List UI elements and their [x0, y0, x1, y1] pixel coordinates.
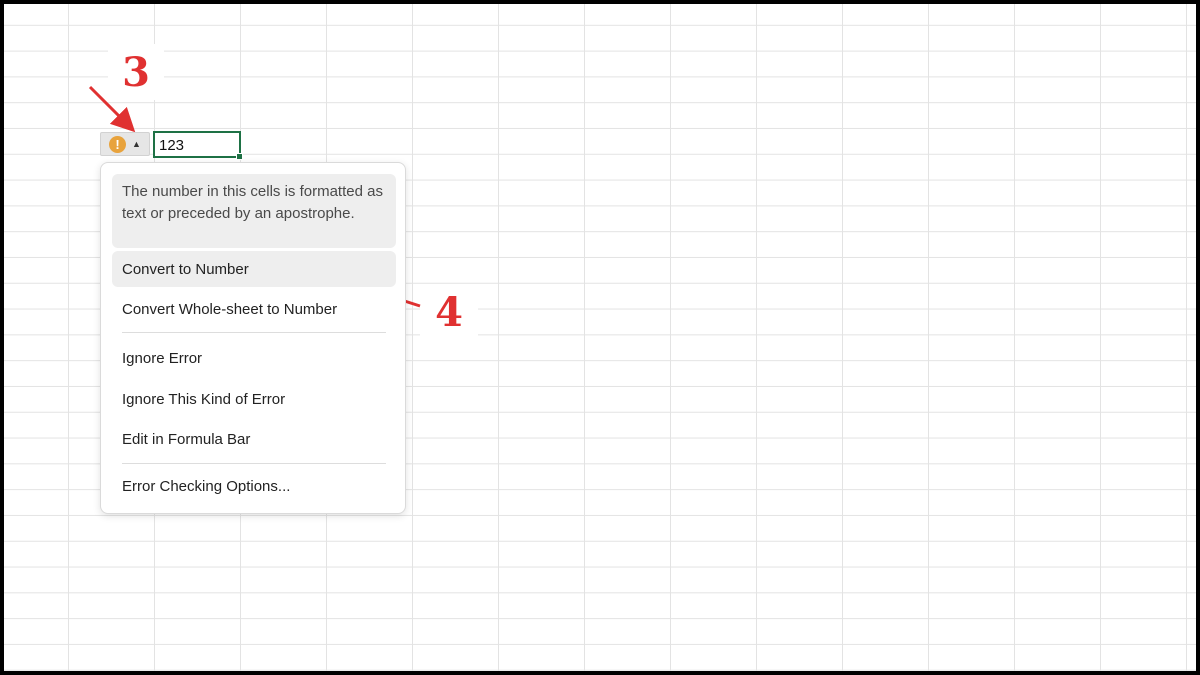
menu-item-label: Ignore This Kind of Error	[122, 390, 286, 408]
cell-value: 123	[159, 137, 185, 154]
menu-item-label: Ignore Error	[122, 349, 203, 367]
error-check-button[interactable]: ! ▲	[100, 132, 150, 156]
menu-item-ignore-error[interactable]: Ignore Error	[112, 340, 396, 376]
step-4-label: 4	[420, 284, 478, 340]
menu-item-label: Edit in Formula Bar	[122, 430, 251, 448]
step-3-label: 3	[108, 44, 164, 100]
menu-item-label: Convert to Number	[122, 260, 249, 278]
screenshot-frame: 3 4 ! ▲ 123 The number in this cells is …	[0, 0, 1200, 675]
menu-item-label: Error Checking Options...	[122, 477, 291, 495]
error-message: The number in this cells is formatted as…	[112, 174, 396, 248]
menu-divider	[122, 463, 386, 464]
error-options-menu: The number in this cells is formatted as…	[100, 162, 406, 514]
selected-cell[interactable]: 123	[153, 131, 243, 160]
menu-item-convert-to-number[interactable]: Convert to Number	[112, 251, 396, 287]
menu-item-edit-formula-bar[interactable]: Edit in Formula Bar	[112, 421, 396, 457]
menu-item-ignore-kind[interactable]: Ignore This Kind of Error	[112, 381, 396, 417]
caret-up-icon: ▲	[132, 138, 141, 149]
menu-item-convert-whole-sheet[interactable]: Convert Whole-sheet to Number	[112, 291, 396, 327]
menu-divider	[122, 332, 386, 333]
warning-icon: !	[109, 135, 126, 153]
menu-item-error-checking-options[interactable]: Error Checking Options...	[112, 468, 396, 504]
menu-item-label: Convert Whole-sheet to Number	[122, 300, 338, 318]
fill-handle[interactable]	[236, 153, 243, 160]
